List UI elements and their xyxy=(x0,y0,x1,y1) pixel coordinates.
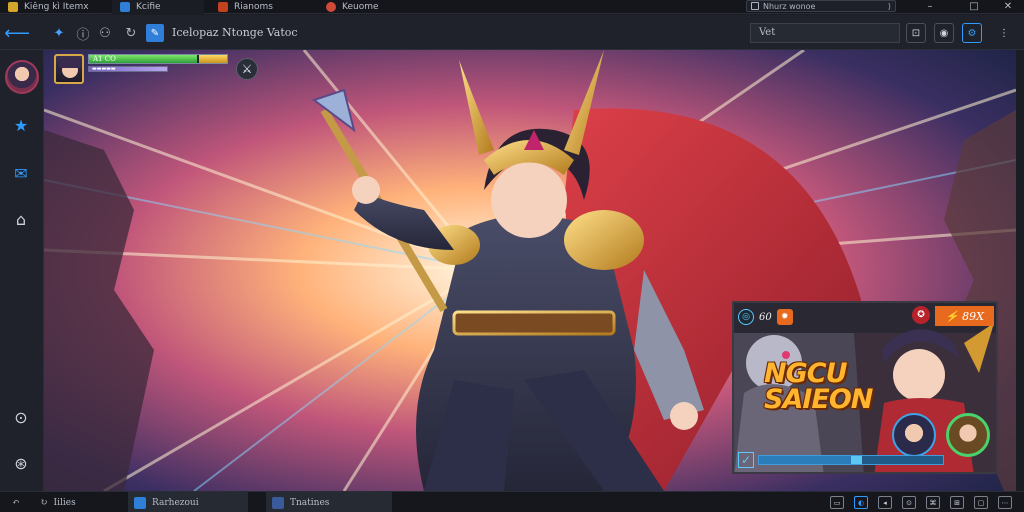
home-icon[interactable]: ⌂ xyxy=(10,208,32,230)
sidebar: ★ ✉ ⌂ ⊙ ⊛ xyxy=(0,50,44,491)
checkbox[interactable]: ✓ xyxy=(738,452,754,468)
keyboard-icon[interactable]: ▭ xyxy=(830,496,844,509)
tab-home[interactable]: Kiêng kì Itemx xyxy=(0,0,97,14)
app-logo-icon xyxy=(8,2,18,12)
sword-icon: ⚔ xyxy=(241,62,253,76)
game-viewport[interactable]: A1 CO ▬▬▬▬▬ ⚔ ◎ 60 ✹ ✪ ⚡ 89X NGCU SAIEON… xyxy=(44,50,1016,491)
tab-label: Kiêng kì Itemx xyxy=(24,2,89,12)
bottom-bar: ↶ ↻ Iilies Rarhezoui Tnatines ▭ ◐ ◂ ⊙ ⌘ … xyxy=(0,491,1024,512)
globe-icon[interactable]: ⊛ xyxy=(10,452,32,474)
avatar[interactable] xyxy=(5,60,39,94)
skill-button[interactable]: ⚔ xyxy=(236,58,258,80)
app-icon xyxy=(218,2,228,12)
health-bar: A1 CO xyxy=(88,54,228,64)
search-icon xyxy=(751,2,759,10)
bottom-item-label: Iilies xyxy=(53,497,76,508)
more-menu-icon[interactable]: ⋮ xyxy=(994,23,1014,43)
sync-icon[interactable]: ◐ xyxy=(854,496,868,509)
panel-label: 60 xyxy=(759,311,772,323)
star-icon[interactable]: ★ xyxy=(10,114,32,136)
info-icon[interactable]: ⓘ xyxy=(74,24,92,43)
settings-gear-icon[interactable]: ⚙ xyxy=(962,23,982,43)
tab-label: Rianoms xyxy=(234,2,273,12)
window-search[interactable]: Nhurz wonoe ⟩ xyxy=(746,0,896,12)
maximize-button[interactable]: □ xyxy=(964,0,984,13)
hero-avatar-2[interactable] xyxy=(946,413,990,457)
message-icon[interactable]: ✉ xyxy=(10,162,32,184)
tab-label: Kcifie xyxy=(136,2,161,12)
search-text: Nhurz wonoe xyxy=(763,1,816,11)
tab-keuome[interactable]: Keuome xyxy=(318,0,414,14)
bottom-item-rarhezoui[interactable]: Rarhezoui xyxy=(128,492,248,512)
gamepad-icon[interactable]: ⊞ xyxy=(950,496,964,509)
shake-icon[interactable]: ⌘ xyxy=(926,496,940,509)
history-icon: ↻ xyxy=(40,497,48,508)
tab-bar: Kiêng kì Itemx Kcifie Rianoms Keuome Nhu… xyxy=(0,0,1024,14)
folder-icon[interactable]: ▢ xyxy=(974,496,988,509)
character-card-panel[interactable]: ◎ 60 ✹ ✪ ⚡ 89X NGCU SAIEON ✓ xyxy=(732,301,998,474)
tab-label: Keuome xyxy=(342,2,379,12)
app-icon xyxy=(272,496,284,509)
gold-segment xyxy=(199,55,227,63)
panel-title-line-2: SAIEON xyxy=(764,384,873,415)
player-hud: A1 CO ▬▬▬▬▬ xyxy=(54,54,228,84)
back-icon[interactable]: ↶ xyxy=(6,492,26,512)
address-field[interactable]: Vet xyxy=(750,23,900,43)
minimize-button[interactable]: – xyxy=(920,0,940,13)
more-icon[interactable]: ⋯ xyxy=(998,496,1012,509)
bottom-item-label: Rarhezoui xyxy=(152,497,199,508)
target-icon[interactable]: ◎ xyxy=(738,309,754,325)
chevron-icon: ⟩ xyxy=(887,1,891,11)
bottom-item-iilies[interactable]: ↻ Iilies xyxy=(34,492,82,512)
help-icon[interactable]: ⊙ xyxy=(10,406,32,428)
close-button[interactable]: ✕ xyxy=(998,0,1018,13)
record-icon[interactable]: ◉ xyxy=(934,23,954,43)
hero-avatar-1[interactable] xyxy=(892,413,936,457)
bottom-item-tnatines[interactable]: Tnatines xyxy=(266,492,392,512)
page-title: Icelopaz Ntonge Vatoc xyxy=(172,26,298,39)
progress-bar xyxy=(758,455,944,465)
player-portrait[interactable] xyxy=(54,54,84,84)
screenshot-icon[interactable]: ⊡ xyxy=(906,23,926,43)
panel-footer: ✓ xyxy=(738,452,944,468)
back-arrow-icon[interactable]: ⟵ xyxy=(4,23,30,44)
tab-kcifie[interactable]: Kcifie xyxy=(112,0,204,14)
health-text: A1 CO xyxy=(93,55,116,63)
mana-bar: ▬▬▬▬▬ xyxy=(88,66,168,72)
app-icon xyxy=(326,2,336,12)
app-icon: ✎ xyxy=(146,24,164,42)
bottom-item-label: Tnatines xyxy=(290,497,330,508)
controller-icon[interactable]: ⚇ xyxy=(96,24,114,42)
refresh-icon[interactable]: ↻ xyxy=(122,24,140,42)
app-window: Kiêng kì Itemx Kcifie Rianoms Keuome Nhu… xyxy=(0,0,1024,512)
app-icon xyxy=(120,2,130,12)
tab-rianoms[interactable]: Rianoms xyxy=(210,0,310,14)
fire-icon[interactable]: ✹ xyxy=(776,309,793,325)
app-icon xyxy=(134,496,146,509)
panel-header: ◎ 60 ✹ xyxy=(734,303,996,331)
toolbar: ⟵ ✦ ⓘ ⚇ ↻ ✎ Icelopaz Ntonge Vatoc Vet ⊡ … xyxy=(0,15,1024,50)
pin-icon[interactable]: ✦ xyxy=(50,24,68,42)
volume-icon[interactable]: ◂ xyxy=(878,496,892,509)
location-icon[interactable]: ⊙ xyxy=(902,496,916,509)
panel-title: NGCU SAIEON xyxy=(764,360,873,415)
